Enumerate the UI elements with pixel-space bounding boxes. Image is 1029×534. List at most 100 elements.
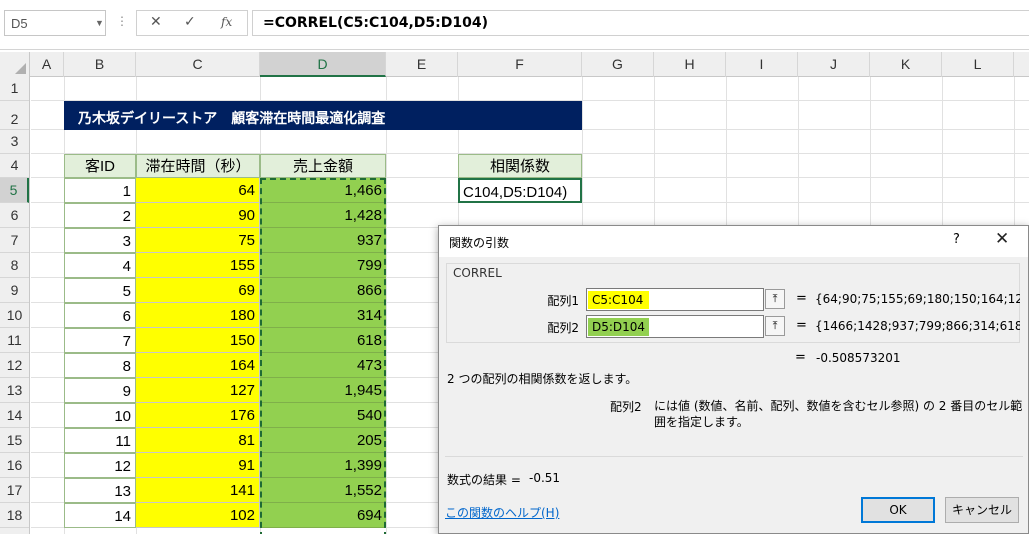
cell-stay-time[interactable]: 64	[136, 178, 260, 203]
column-header-i[interactable]: I	[726, 52, 798, 77]
row-header-14[interactable]: 14	[0, 403, 29, 428]
cell-customer-id[interactable]: 12	[64, 453, 136, 478]
cell-sales[interactable]: 618	[260, 328, 386, 353]
header-sales[interactable]: 売上金額	[260, 154, 386, 178]
cell-sales[interactable]: 694	[260, 503, 386, 528]
divider	[445, 456, 1023, 457]
header-correlation[interactable]: 相関係数	[458, 154, 582, 178]
cell-sales[interactable]: 1,399	[260, 453, 386, 478]
arg1-input[interactable]: C5:C104	[586, 288, 764, 311]
column-header-j[interactable]: J	[798, 52, 870, 77]
row-header-6[interactable]: 6	[0, 203, 29, 228]
column-header-l[interactable]: L	[942, 52, 1014, 77]
cell-stay-time[interactable]: 150	[136, 328, 260, 353]
row-header-9[interactable]: 9	[0, 278, 29, 303]
arg2-input[interactable]: D5:D104	[586, 315, 764, 338]
cell-customer-id[interactable]: 8	[64, 353, 136, 378]
column-header-b[interactable]: B	[64, 52, 136, 77]
cell-customer-id[interactable]: 5	[64, 278, 136, 303]
cell-stay-time[interactable]: 102	[136, 503, 260, 528]
cancel-button[interactable]: キャンセル	[945, 497, 1019, 523]
cell-stay-time[interactable]: 69	[136, 278, 260, 303]
column-header-c[interactable]: C	[136, 52, 260, 77]
cell-sales[interactable]: 1,552	[260, 478, 386, 503]
row-header-2[interactable]: 2	[0, 101, 29, 130]
cell-customer-id[interactable]: 7	[64, 328, 136, 353]
column-header-g[interactable]: G	[582, 52, 654, 77]
help-icon[interactable]: ?	[953, 232, 960, 247]
more-options-icon[interactable]: ⋮	[116, 14, 128, 28]
cell-customer-id[interactable]: 6	[64, 303, 136, 328]
arg2-label: 配列2	[547, 321, 579, 335]
cell-stay-time[interactable]: 81	[136, 428, 260, 453]
row-header-4[interactable]: 4	[0, 154, 29, 178]
cell-customer-id[interactable]: 3	[64, 228, 136, 253]
column-header-k[interactable]: K	[870, 52, 942, 77]
cell-sales[interactable]: 1,428	[260, 203, 386, 228]
cell-sales[interactable]: 314	[260, 303, 386, 328]
cell-stay-time[interactable]: 91	[136, 453, 260, 478]
header-customer-id[interactable]: 客ID	[64, 154, 136, 178]
cell-customer-id[interactable]: 10	[64, 403, 136, 428]
cell-sales[interactable]: 1,466	[260, 178, 386, 203]
enter-icon[interactable]: ✓	[184, 14, 196, 30]
cell-customer-id[interactable]: 13	[64, 478, 136, 503]
row-header-10[interactable]: 10	[0, 303, 29, 328]
column-header-h[interactable]: H	[654, 52, 726, 77]
row-header-11[interactable]: 11	[0, 328, 29, 353]
row-header-17[interactable]: 17	[0, 478, 29, 503]
row-header-15[interactable]: 15	[0, 428, 29, 453]
cell-sales[interactable]: 799	[260, 253, 386, 278]
sheet-title[interactable]: 乃木坂デイリーストア 顧客滞在時間最適化調査	[64, 101, 582, 130]
column-header-e[interactable]: E	[386, 52, 458, 77]
active-cell-correlation[interactable]: C104,D5:D104)	[458, 178, 582, 203]
arg1-equals: =	[796, 291, 807, 306]
cell-sales[interactable]: 1,945	[260, 378, 386, 403]
header-stay-time[interactable]: 滞在時間（秒）	[136, 154, 260, 178]
name-box[interactable]: D5 ▼	[4, 10, 106, 36]
formula-input[interactable]: =CORREL(C5:C104,D5:D104)	[252, 10, 1029, 36]
arg2-collapse-icon[interactable]: ⤒	[765, 316, 785, 336]
row-header-1[interactable]: 1	[0, 77, 29, 101]
cell-stay-time[interactable]: 75	[136, 228, 260, 253]
cell-customer-id[interactable]: 4	[64, 253, 136, 278]
cell-sales[interactable]: 205	[260, 428, 386, 453]
cell-customer-id[interactable]: 11	[64, 428, 136, 453]
row-header-13[interactable]: 13	[0, 378, 29, 403]
function-help-link[interactable]: この関数のヘルプ(H)	[445, 504, 559, 521]
cell-stay-time[interactable]: 180	[136, 303, 260, 328]
cell-sales[interactable]: 540	[260, 403, 386, 428]
cell-stay-time[interactable]: 164	[136, 353, 260, 378]
cell-stay-time[interactable]: 176	[136, 403, 260, 428]
cell-stay-time[interactable]: 90	[136, 203, 260, 228]
cell-sales[interactable]: 866	[260, 278, 386, 303]
select-all-corner[interactable]	[0, 52, 30, 77]
cell-stay-time[interactable]: 155	[136, 253, 260, 278]
column-header-a[interactable]: A	[30, 52, 64, 77]
column-header-d[interactable]: D	[260, 52, 386, 77]
cell-stay-time[interactable]: 141	[136, 478, 260, 503]
row-header-7[interactable]: 7	[0, 228, 29, 253]
close-icon[interactable]: ✕	[995, 229, 1009, 249]
dropdown-arrow-icon[interactable]: ▼	[95, 18, 104, 28]
dialog-titlebar[interactable]: 関数の引数 ? ✕	[439, 226, 1028, 257]
result-equals: =	[795, 350, 806, 365]
ok-button[interactable]: OK	[861, 497, 935, 523]
row-header-8[interactable]: 8	[0, 253, 29, 278]
insert-function-icon[interactable]: fx	[221, 15, 232, 29]
row-header-12[interactable]: 12	[0, 353, 29, 378]
row-header-3[interactable]: 3	[0, 130, 29, 154]
cell-sales[interactable]: 473	[260, 353, 386, 378]
cell-customer-id[interactable]: 14	[64, 503, 136, 528]
cell-customer-id[interactable]: 2	[64, 203, 136, 228]
cell-sales[interactable]: 937	[260, 228, 386, 253]
cell-stay-time[interactable]: 127	[136, 378, 260, 403]
row-header-18[interactable]: 18	[0, 503, 29, 528]
arg1-collapse-icon[interactable]: ⤒	[765, 289, 785, 309]
column-header-f[interactable]: F	[458, 52, 582, 77]
cell-customer-id[interactable]: 9	[64, 378, 136, 403]
cancel-icon[interactable]: ✕	[150, 14, 162, 30]
row-header-16[interactable]: 16	[0, 453, 29, 478]
row-header-5[interactable]: 5	[0, 178, 29, 203]
cell-customer-id[interactable]: 1	[64, 178, 136, 203]
